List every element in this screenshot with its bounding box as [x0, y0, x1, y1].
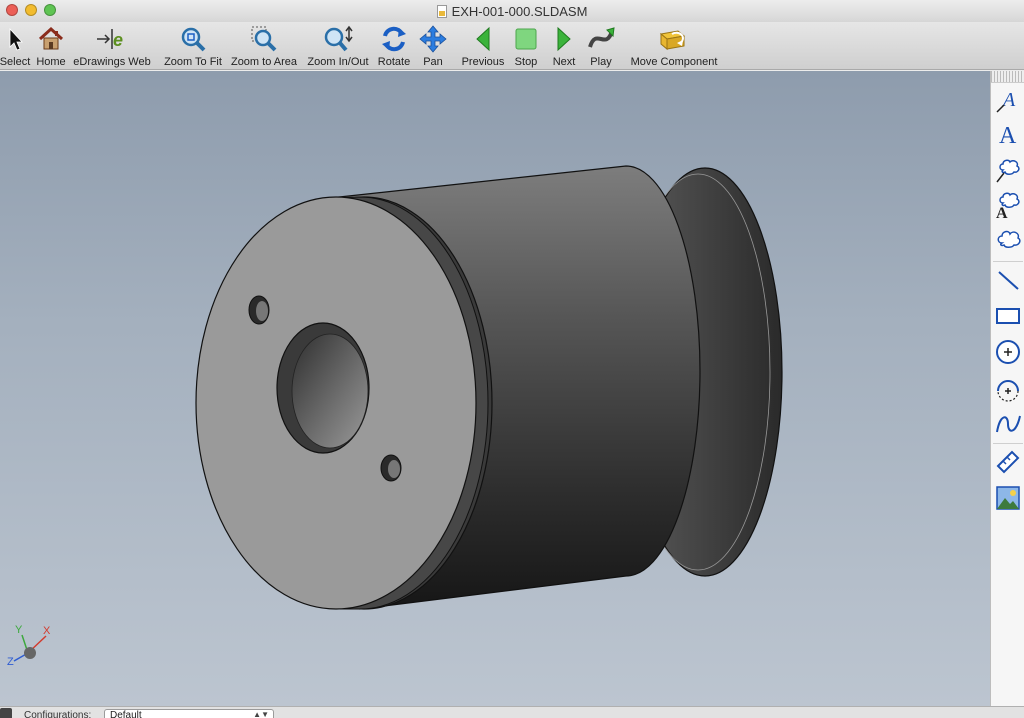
markup-separator-2: [993, 443, 1023, 444]
edrawings-web-icon: e: [97, 29, 123, 50]
spline-button[interactable]: [992, 409, 1024, 439]
zoom-to-fit-icon: [181, 27, 206, 52]
markup-toolbar-grip[interactable]: [991, 71, 1024, 83]
play-icon: [588, 27, 615, 48]
home-button[interactable]: Home: [34, 22, 68, 70]
svg-text:A: A: [1001, 89, 1016, 111]
status-icon: [0, 708, 12, 718]
configurations-value: Default: [110, 710, 142, 718]
configurations-label: Configurations:: [24, 710, 92, 718]
text-icon: A: [999, 123, 1017, 148]
minimize-window-button[interactable]: [25, 4, 37, 16]
stop-label: Stop: [514, 56, 538, 68]
cloud-leader-icon: [996, 159, 1020, 183]
select-button[interactable]: Select: [0, 22, 30, 70]
circle-button[interactable]: [992, 337, 1024, 367]
line-icon: [998, 271, 1019, 290]
next-button[interactable]: Next: [548, 22, 580, 70]
arc-button[interactable]: [992, 375, 1024, 405]
title-bar: EXH-001-000.SLDASM: [0, 0, 1024, 22]
cloud-button[interactable]: [992, 224, 1024, 254]
select-label: Select: [0, 56, 31, 68]
markup-toolbar: A A A: [990, 71, 1024, 706]
svg-text:e: e: [113, 30, 123, 50]
cloud-icon: [997, 230, 1021, 248]
zoom-in-out-icon: [324, 25, 353, 52]
zoom-to-area-button[interactable]: Zoom to Area: [229, 22, 299, 70]
previous-label: Previous: [461, 56, 505, 68]
triad-y-label: Y: [15, 624, 23, 636]
dimension-icon: [996, 450, 1020, 474]
cloud-text-button[interactable]: A: [992, 190, 1024, 220]
rotate-label: Rotate: [377, 56, 411, 68]
zoom-to-area-icon: [251, 26, 277, 52]
circle-icon: [996, 340, 1020, 364]
stop-button[interactable]: Stop: [510, 22, 542, 70]
svg-text:A: A: [996, 205, 1008, 219]
graphics-viewport[interactable]: X Y Z: [0, 71, 990, 706]
rectangle-icon: [996, 308, 1020, 324]
zoom-to-fit-label: Zoom To Fit: [164, 56, 222, 68]
markup-separator: [993, 261, 1023, 262]
toolbar: Select Home e eDrawings Web Zoom To Fit …: [0, 22, 1024, 70]
window-title-text: EXH-001-000.SLDASM: [451, 3, 588, 19]
home-icon: [38, 26, 64, 50]
move-component-button[interactable]: Move Component: [628, 22, 720, 70]
line-button[interactable]: [992, 265, 1024, 295]
dimension-button[interactable]: [992, 447, 1024, 477]
arrow-pointer-icon: [9, 27, 23, 51]
zoom-in-out-button[interactable]: Zoom In/Out: [304, 22, 372, 70]
edrawings-web-button[interactable]: e eDrawings Web: [72, 22, 152, 70]
image-button[interactable]: [992, 483, 1024, 513]
arc-icon: [997, 380, 1019, 402]
text-note-button[interactable]: A: [992, 85, 1024, 115]
rotate-icon: [382, 26, 406, 52]
cylinder-model[interactable]: [0, 71, 990, 706]
cloud-text-icon: A: [996, 192, 1020, 219]
move-component-label: Move Component: [630, 56, 718, 68]
pan-button[interactable]: Pan: [416, 22, 450, 70]
rotate-button[interactable]: Rotate: [376, 22, 412, 70]
svg-text:A: A: [999, 123, 1017, 148]
axis-triad: X Y Z: [7, 624, 51, 668]
stop-icon: [515, 28, 537, 50]
pan-icon: [419, 25, 447, 53]
text-button[interactable]: A: [992, 119, 1024, 149]
previous-button[interactable]: Previous: [458, 22, 508, 70]
zoom-in-out-label: Zoom In/Out: [307, 56, 369, 68]
play-label: Play: [590, 56, 612, 68]
next-icon: [557, 26, 571, 52]
edrawings-web-label: eDrawings Web: [73, 56, 151, 68]
status-bar: Configurations: Default ▲▼: [0, 706, 1024, 718]
zoom-to-area-label: Zoom to Area: [230, 56, 298, 68]
zoom-window-button[interactable]: [44, 4, 56, 16]
window-title: EXH-001-000.SLDASM: [436, 3, 588, 19]
home-label: Home: [36, 56, 66, 68]
spline-icon: [996, 415, 1021, 433]
zoom-to-fit-button[interactable]: Zoom To Fit: [162, 22, 224, 70]
previous-icon: [476, 26, 490, 52]
triad-x-label: X: [43, 625, 51, 637]
text-note-icon: A: [996, 89, 1016, 113]
configurations-select[interactable]: Default ▲▼: [104, 709, 274, 718]
window-controls: [6, 4, 56, 16]
cloud-leader-button[interactable]: [992, 155, 1024, 185]
play-button[interactable]: Play: [584, 22, 618, 70]
rectangle-button[interactable]: [992, 301, 1024, 331]
move-component-icon: [659, 30, 686, 51]
chevron-updown-icon: ▲▼: [253, 710, 269, 718]
document-icon: [436, 4, 447, 18]
close-window-button[interactable]: [6, 4, 18, 16]
next-label: Next: [552, 56, 576, 68]
triad-z-label: Z: [7, 656, 14, 668]
pan-label: Pan: [423, 56, 443, 68]
image-icon: [996, 486, 1020, 510]
